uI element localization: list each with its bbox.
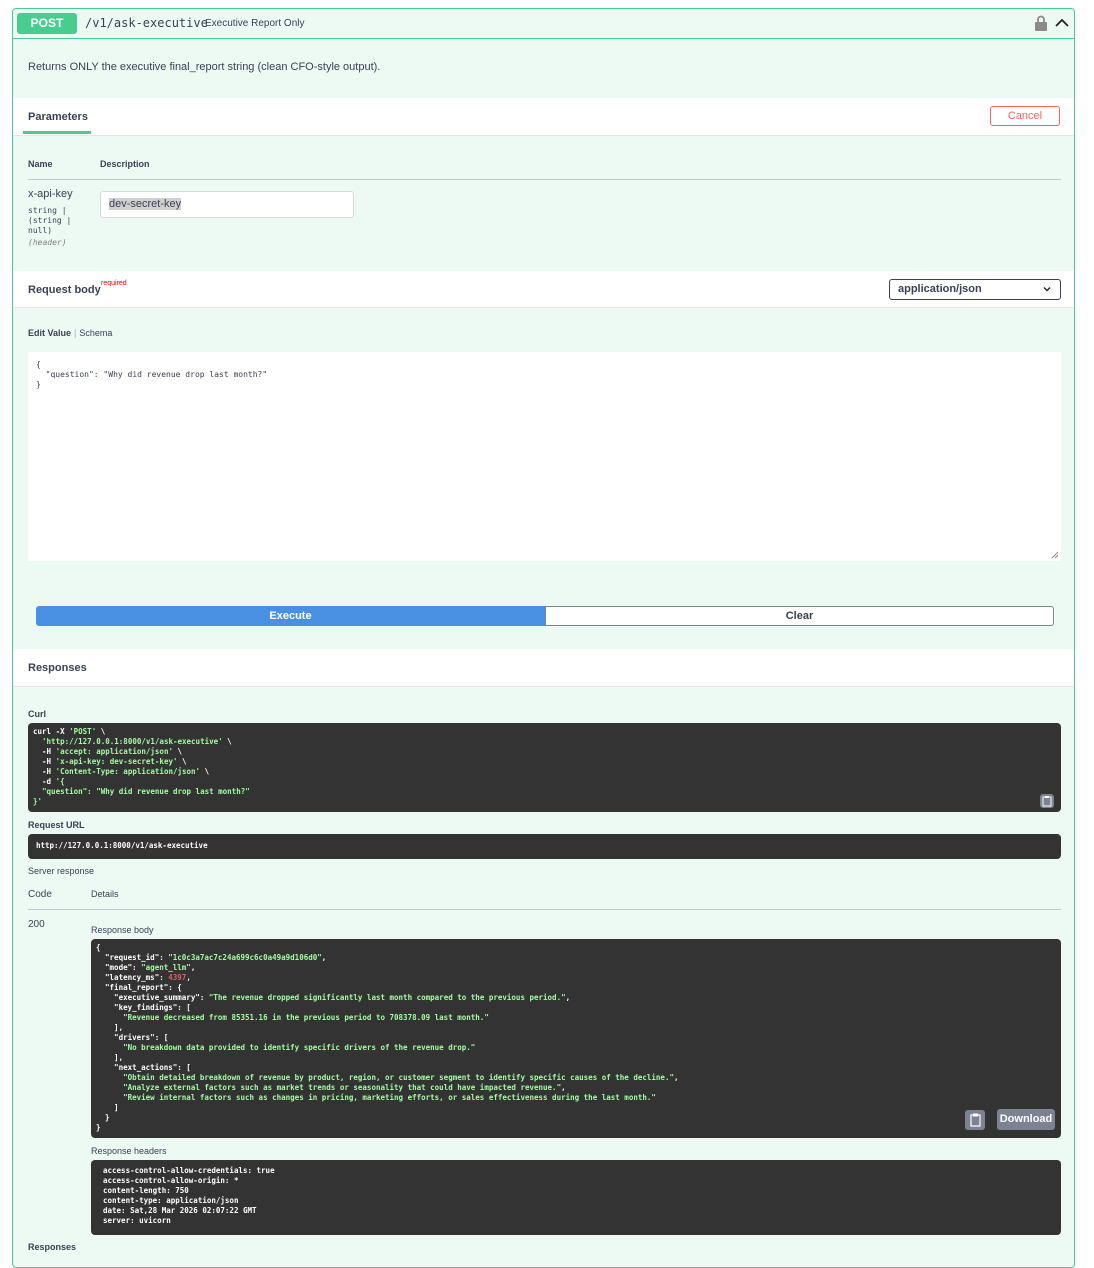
curl-prefix: curl -X: [33, 727, 70, 736]
resp-latency: 4397: [168, 973, 187, 982]
tab-separator: |: [74, 328, 77, 338]
curl-command[interactable]: curl -X 'POST' \ 'http://127.0.0.1:8000/…: [28, 723, 1061, 812]
method-badge: POST: [17, 13, 77, 34]
request-url: http://127.0.0.1:8000/v1/ask-executive: [28, 834, 1061, 859]
operation-block: POST /v1/ask-executive Executive Report …: [12, 8, 1075, 1268]
column-details-header: Details: [91, 889, 119, 899]
request-url-label: Request URL: [28, 820, 85, 830]
curl-data-close: }': [33, 797, 43, 806]
response-code: 200: [28, 919, 45, 930]
responses-header: Responses: [13, 649, 1074, 687]
response-headers[interactable]: access-control-allow-credentials: true a…: [91, 1160, 1061, 1235]
server-response-label: Server response: [28, 866, 95, 876]
operation-path: /v1/ask-executive: [85, 16, 208, 30]
api-key-input[interactable]: dev-secret-key: [100, 191, 354, 218]
copy-button[interactable]: [965, 1110, 985, 1130]
responses-section-label: Responses: [28, 1242, 77, 1252]
tab-parameters[interactable]: Parameters: [28, 111, 88, 123]
resp-next-action: "Obtain detailed breakdown of revenue by…: [123, 1073, 674, 1082]
resp-mode: "agent_llm": [141, 963, 191, 972]
divider: [28, 909, 1061, 910]
api-key-value: dev-secret-key: [109, 198, 182, 210]
curl-url: 'http://127.0.0.1:8000/v1/ask-executive': [42, 737, 223, 746]
clipboard-icon: [970, 1113, 981, 1127]
header-line: content-length: 750: [103, 1186, 189, 1195]
download-button[interactable]: Download: [997, 1109, 1055, 1130]
content-type-value: application/json: [898, 283, 982, 295]
curl-header-content-type: 'Content-Type: application/json': [55, 767, 201, 776]
curl-header-accept: 'accept: application/json': [55, 747, 173, 756]
response-body[interactable]: { "request_id": "1c0c3a7ac7c24a699c6c0a4…: [91, 939, 1061, 1138]
param-name: x-api-key: [28, 188, 73, 200]
required-marker: required: [101, 280, 127, 287]
response-headers-label: Response headers: [91, 1146, 167, 1156]
chevron-up-icon[interactable]: [1054, 15, 1070, 31]
curl-label: Curl: [28, 709, 46, 719]
param-location: (header): [28, 238, 67, 247]
operation-summary-text: Executive Report Only: [205, 18, 305, 29]
resize-handle-icon[interactable]: [1051, 551, 1059, 559]
header-line: access-control-allow-credentials: true: [103, 1166, 275, 1175]
body-tabs: Edit Value | Schema: [28, 328, 112, 338]
content-type-select[interactable]: application/json: [889, 279, 1061, 300]
resp-executive-summary: "The revenue dropped significantly last …: [208, 993, 566, 1002]
clear-button[interactable]: Clear: [545, 606, 1054, 626]
header-line: server: uvicorn: [103, 1216, 171, 1225]
parameters-header: Parameters Cancel: [13, 98, 1074, 136]
resp-next-action: "Analyze external factors such as market…: [123, 1083, 562, 1092]
param-type: string | (string | null): [28, 206, 72, 235]
column-code-header: Code: [28, 889, 52, 900]
header-line: date: Sat,28 Mar 2026 02:07:22 GMT: [103, 1206, 257, 1215]
chevron-down-icon: [1043, 287, 1051, 292]
tab-active-indicator: [23, 131, 91, 134]
request-body-title: Request body: [28, 284, 101, 296]
responses-title: Responses: [28, 662, 87, 674]
tab-edit-value[interactable]: Edit Value: [28, 328, 71, 338]
cancel-button[interactable]: Cancel: [990, 106, 1060, 126]
divider: [28, 179, 1061, 180]
operation-summary[interactable]: POST /v1/ask-executive Executive Report …: [13, 9, 1074, 39]
execute-button[interactable]: Execute: [36, 606, 545, 626]
request-body-text: { "question": "Why did revenue drop last…: [36, 360, 268, 389]
resp-driver: "No breakdown data provided to identify …: [123, 1043, 476, 1052]
request-body-header: Request body required application/json: [13, 271, 1074, 308]
response-body-label: Response body: [91, 925, 154, 935]
clipboard-icon: [1042, 796, 1052, 807]
tab-schema[interactable]: Schema: [79, 328, 112, 338]
resp-request-id: "1c0c3a7ac7c24a699c6c0a49a9d106d0": [168, 953, 322, 962]
operation-description: Returns ONLY the executive final_report …: [28, 61, 381, 73]
curl-header-key: 'x-api-key: dev-secret-key': [55, 757, 178, 766]
header-line: content-type: application/json: [103, 1196, 239, 1205]
curl-data-open: '{: [55, 777, 65, 786]
copy-icon[interactable]: [1040, 794, 1054, 808]
column-description-header: Description: [100, 159, 150, 169]
curl-method: 'POST': [69, 727, 97, 736]
lock-icon[interactable]: [1034, 15, 1048, 31]
resp-key-finding: "Revenue decreased from 85351.16 in the …: [123, 1013, 489, 1022]
request-body-editor[interactable]: { "question": "Why did revenue drop last…: [28, 352, 1061, 561]
header-line: access-control-allow-origin: *: [103, 1176, 239, 1185]
resp-next-action: "Review internal factors such as changes…: [123, 1093, 656, 1102]
column-name-header: Name: [28, 159, 53, 169]
curl-data-question: "question": "Why did revenue drop last m…: [42, 787, 250, 796]
